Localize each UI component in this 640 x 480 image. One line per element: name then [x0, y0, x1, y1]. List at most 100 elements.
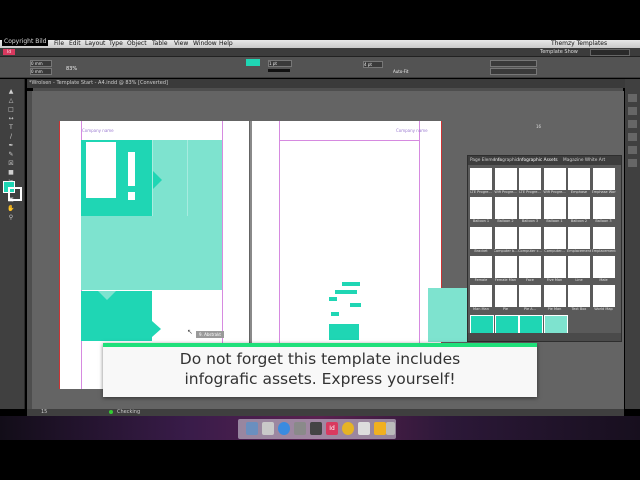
- font-size-field[interactable]: 4 pt: [363, 61, 383, 68]
- library-item-thumbnail[interactable]: [519, 168, 541, 190]
- menu-table[interactable]: Table: [152, 40, 168, 48]
- chrome-icon[interactable]: [342, 422, 354, 435]
- selection-tool-icon[interactable]: ▲: [5, 89, 17, 95]
- app-icon[interactable]: [358, 422, 370, 435]
- library-item-thumbnail[interactable]: [470, 168, 492, 190]
- library-item-thumbnail[interactable]: [543, 226, 566, 249]
- pencil-tool-icon[interactable]: ✎: [5, 152, 17, 158]
- library-item-label: Emphase Work: [591, 190, 616, 194]
- library-item-thumbnail[interactable]: [470, 285, 492, 308]
- infographic-band-light[interactable]: [81, 216, 222, 290]
- menu-object[interactable]: Object: [127, 40, 147, 48]
- library-item-thumbnail[interactable]: [543, 255, 566, 278]
- pen-tool-icon[interactable]: ✒: [5, 143, 17, 149]
- library-item-thumbnail[interactable]: [494, 168, 517, 190]
- library-item-thumbnail[interactable]: [519, 285, 541, 308]
- library-panel-icon[interactable]: [628, 159, 637, 167]
- swatches-panel-icon[interactable]: [628, 146, 637, 154]
- app-icon[interactable]: [262, 422, 274, 435]
- right-running-header: Company name: [396, 128, 428, 133]
- library-item-thumbnail[interactable]: [568, 226, 590, 249]
- x-field[interactable]: 0 mm: [30, 60, 52, 67]
- library-item-label: Computer...: [544, 248, 565, 253]
- app-icon[interactable]: [294, 422, 306, 435]
- library-item-thumbnail[interactable]: [543, 168, 566, 190]
- style-dropdown[interactable]: [490, 60, 537, 67]
- layers-panel-icon[interactable]: [628, 107, 637, 115]
- direct-selection-icon[interactable]: △: [5, 98, 17, 104]
- library-item-thumbnail[interactable]: [519, 197, 541, 220]
- library-item-thumbnail[interactable]: [470, 255, 492, 278]
- folder-icon[interactable]: [374, 422, 386, 435]
- library-item-thumbnail[interactable]: [519, 255, 541, 278]
- library-item-thumbnail[interactable]: [568, 255, 590, 278]
- library-item-thumbnail[interactable]: [592, 197, 615, 220]
- library-item-thumbnail[interactable]: [592, 168, 615, 190]
- search-field[interactable]: [590, 49, 630, 56]
- menu-type[interactable]: Type: [109, 40, 123, 48]
- infographic-block-bottom[interactable]: [81, 291, 152, 341]
- menu-file[interactable]: File: [54, 40, 64, 48]
- tab-infographic[interactable]: Infographic: [494, 158, 518, 163]
- library-item-label: Balloon 1: [472, 219, 490, 224]
- library-item-thumbnail[interactable]: [519, 226, 541, 249]
- safari-icon[interactable]: [278, 422, 290, 435]
- library-item-thumbnail[interactable]: [494, 285, 517, 308]
- badge-label: 9. Abstrakt: [196, 331, 224, 338]
- pages-panel-icon[interactable]: [628, 94, 637, 102]
- dragged-asset[interactable]: [428, 288, 468, 342]
- fill-swatch[interactable]: [246, 59, 260, 66]
- library-item-label: Wifi Progre...: [543, 190, 566, 194]
- tab-infographic-assets[interactable]: Infographic Assets: [518, 158, 558, 163]
- links-panel-icon[interactable]: [628, 120, 637, 128]
- menu-help[interactable]: Help: [219, 40, 233, 48]
- menu-layout[interactable]: Layout: [85, 40, 105, 48]
- hand-tool-icon[interactable]: ✋: [5, 206, 17, 212]
- y-field[interactable]: 0 mm: [30, 68, 52, 75]
- library-item-thumbnail[interactable]: [494, 255, 517, 278]
- library-panel-footer: [468, 333, 621, 341]
- library-item-label: Pie: [502, 307, 509, 312]
- auto-fit-checkbox[interactable]: Auto-Fit: [393, 69, 409, 74]
- menu-window[interactable]: Window: [193, 40, 217, 48]
- app-icon[interactable]: [310, 422, 322, 435]
- library-item-thumbnail[interactable]: [568, 285, 590, 308]
- library-item-thumbnail[interactable]: [494, 197, 517, 220]
- workspace-switcher[interactable]: Template Show: [540, 48, 578, 56]
- trash-icon[interactable]: [386, 422, 395, 435]
- library-item-thumbnail[interactable]: [494, 226, 517, 249]
- menubar-user[interactable]: Themzy Templates: [551, 40, 607, 48]
- menu-view[interactable]: View: [174, 40, 188, 48]
- stroke-weight[interactable]: 1 pt: [268, 60, 292, 67]
- gap-tool-icon[interactable]: ↔: [5, 116, 17, 122]
- vertical-ruler[interactable]: [27, 91, 32, 409]
- line-tool-icon[interactable]: /: [5, 134, 17, 140]
- stroke-color-icon[interactable]: [8, 187, 22, 201]
- preflight-status[interactable]: Checking: [117, 409, 140, 416]
- library-item-thumbnail[interactable]: [568, 168, 590, 190]
- library-item-thumbnail[interactable]: [470, 197, 492, 220]
- page-tool-icon[interactable]: □: [5, 107, 17, 113]
- library-item-thumbnail[interactable]: [568, 197, 590, 220]
- zoom-tool-icon[interactable]: ⚲: [5, 215, 17, 221]
- library-item-thumbnail[interactable]: [592, 226, 615, 249]
- stroke-panel-icon[interactable]: [628, 133, 637, 141]
- tab-magazine-white-art[interactable]: Magazine White Art: [563, 158, 605, 163]
- zoom-level[interactable]: 83%: [66, 66, 77, 72]
- type-tool-icon[interactable]: T: [5, 125, 17, 131]
- rectangle-tool-icon[interactable]: ■: [5, 170, 17, 176]
- library-item-thumbnail[interactable]: [470, 226, 492, 249]
- indesign-icon[interactable]: Id: [326, 422, 338, 435]
- library-item-thumbnail[interactable]: [543, 285, 566, 308]
- finder-icon[interactable]: [246, 422, 258, 435]
- stroke-style[interactable]: [268, 69, 290, 72]
- library-item-thumbnail[interactable]: [543, 197, 566, 220]
- document-tab[interactable]: *Wrolsen - Template Start - A4.indd @ 83…: [29, 80, 168, 87]
- style-dropdown-2[interactable]: [490, 68, 537, 75]
- rectangle-frame-icon[interactable]: ☒: [5, 161, 17, 167]
- bar-segment: [342, 282, 360, 286]
- page-number-field[interactable]: 15: [41, 409, 47, 416]
- library-item-thumbnail[interactable]: [592, 285, 615, 308]
- menu-edit[interactable]: Edit: [69, 40, 81, 48]
- library-item-thumbnail[interactable]: [592, 255, 615, 278]
